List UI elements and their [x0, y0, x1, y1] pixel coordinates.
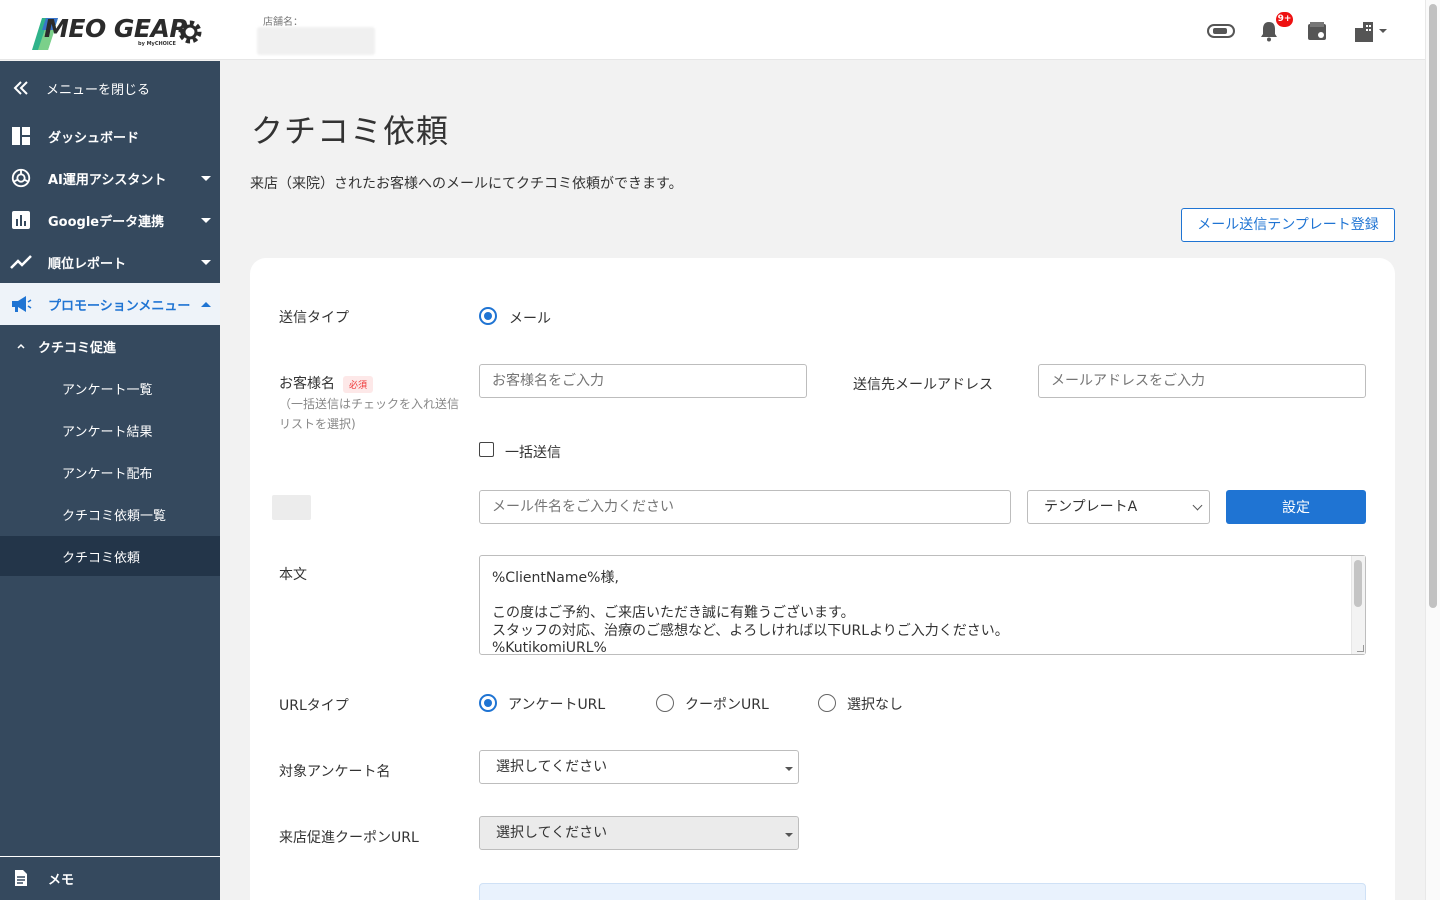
chart-icon	[10, 209, 32, 231]
page-description: 来店（来院）されたお客様へのメールにてクチコミ依頼ができます。	[250, 176, 683, 192]
store-name-label: 店舗名：	[263, 17, 303, 28]
survey-select[interactable]: 選択してください	[479, 750, 799, 784]
set-button[interactable]: 設定	[1226, 490, 1366, 524]
logo-text: MEO GEAR	[44, 14, 189, 43]
bulk-send-checkbox[interactable]	[479, 442, 494, 457]
store-icon[interactable]	[1305, 18, 1329, 44]
sidebar-sub-survey-results[interactable]: アンケート結果	[0, 410, 220, 450]
sidebar-close-label: メニューを閉じる	[46, 82, 151, 98]
subject-label	[272, 495, 311, 520]
gear-icon	[178, 20, 202, 44]
required-badge: 必須	[343, 375, 374, 393]
caret-up-icon	[201, 301, 211, 307]
url-type-survey-label[interactable]: アンケートURL	[508, 694, 605, 714]
dashboard-icon	[10, 125, 32, 147]
resize-handle-icon[interactable]	[1357, 645, 1364, 652]
building-icon[interactable]	[1352, 18, 1388, 44]
chevron-down-icon	[1379, 29, 1387, 33]
sidebar-sub-label: アンケート一覧	[62, 382, 153, 398]
sidebar-item-label: 順位レポート	[48, 256, 127, 272]
sidebar-sub-label: クチコミ依頼一覧	[62, 508, 167, 524]
page-title: クチコミ依頼	[251, 112, 450, 150]
template-register-button[interactable]: メール送信テンプレート登録	[1181, 208, 1395, 242]
sidebar-sub-survey-list[interactable]: アンケート一覧	[0, 368, 220, 408]
sidebar-sub-review-request[interactable]: クチコミ依頼	[0, 536, 220, 576]
url-type-coupon-label[interactable]: クーポンURL	[685, 694, 769, 714]
sidebar-close-menu[interactable]: メニューを閉じる	[0, 67, 220, 109]
top-header: MEO GEAR by MyCHOICE 店舗名： 9+	[0, 0, 1425, 60]
sidebar-sub-review-request-list[interactable]: クチコミ依頼一覧	[0, 494, 220, 534]
trend-icon	[10, 251, 32, 273]
send-type-email-radio[interactable]	[479, 307, 497, 325]
ai-icon	[10, 167, 32, 189]
sidebar-sub-label: アンケート配布	[62, 466, 153, 482]
customer-name-input[interactable]	[479, 364, 807, 398]
subject-input[interactable]	[479, 490, 1011, 524]
sidebar-item-label: ダッシュボード	[48, 130, 140, 146]
template-select[interactable]: テンプレートA	[1027, 490, 1210, 524]
coupon-url-label: 来店促進クーポンURL	[279, 830, 419, 846]
sidebar-item-label: メモ	[48, 872, 75, 888]
sidebar-item-memo[interactable]: メモ	[0, 857, 220, 899]
body-label: 本文	[279, 567, 307, 583]
sidebar-item-promotion[interactable]: プロモーションメニュー	[0, 283, 220, 325]
caret-down-icon	[201, 259, 211, 265]
caret-down-icon	[201, 217, 211, 223]
caret-down-icon	[201, 175, 211, 181]
sidebar-item-ranking-report[interactable]: 順位レポート	[0, 241, 220, 283]
body-textarea-scrollbar-thumb[interactable]	[1354, 560, 1362, 607]
send-type-label: 送信タイプ	[279, 310, 349, 326]
logo[interactable]: MEO GEAR by MyCHOICE	[28, 12, 208, 52]
sidebar: メニューを閉じる ダッシュボード AI運用アシスタント Googleデータ連携 …	[0, 61, 220, 900]
survey-name-label: 対象アンケート名	[279, 764, 391, 780]
send-type-email-label[interactable]: メール	[509, 308, 551, 328]
caret-down-icon	[785, 833, 793, 837]
sidebar-item-google-data[interactable]: Googleデータ連携	[0, 199, 220, 241]
url-type-label: URLタイプ	[279, 698, 349, 714]
url-type-survey-radio[interactable]	[479, 694, 497, 712]
store-name-value	[257, 27, 375, 55]
sidebar-item-label: Googleデータ連携	[48, 214, 165, 230]
page-scrollbar-thumb[interactable]	[1429, 4, 1437, 608]
sidebar-item-dashboard[interactable]: ダッシュボード	[0, 115, 220, 157]
url-type-none-radio[interactable]	[818, 694, 836, 712]
sidebar-item-label: プロモーションメニュー	[48, 298, 191, 314]
coupon-select[interactable]: 選択してください	[479, 816, 799, 850]
logo-sub: by MyCHOICE	[138, 41, 176, 47]
sidebar-item-label: AI運用アシスタント	[48, 172, 167, 188]
memo-icon	[10, 867, 32, 889]
customer-name-label-text: お客様名	[279, 376, 335, 392]
url-type-coupon-radio[interactable]	[656, 694, 674, 712]
sidebar-item-ai-assistant[interactable]: AI運用アシスタント	[0, 157, 220, 199]
survey-select-value: 選択してください	[496, 759, 608, 775]
customer-name-label: お客様名 必須	[279, 373, 374, 393]
coupon-select-value: 選択してください	[496, 825, 608, 841]
caret-down-icon	[785, 767, 793, 771]
megaphone-icon	[10, 293, 32, 315]
sidebar-sub-label: アンケート結果	[62, 424, 153, 440]
email-input[interactable]	[1038, 364, 1366, 398]
sidebar-group-label: クチコミ促進	[38, 340, 117, 356]
notification-badge: 9+	[1276, 12, 1293, 27]
body-textarea[interactable]: %ClientName%様, この度はご予約、ご来店いただき誠に有難うございます…	[479, 555, 1366, 655]
double-chevron-left-icon	[10, 77, 32, 99]
info-box	[479, 883, 1366, 900]
toggle-icon[interactable]	[1206, 18, 1236, 44]
bulk-send-label[interactable]: 一括送信	[505, 442, 561, 462]
email-label: 送信先メールアドレス	[853, 377, 993, 393]
template-select-value: テンプレートA	[1044, 499, 1138, 515]
sidebar-sub-survey-distribution[interactable]: アンケート配布	[0, 452, 220, 492]
url-type-none-label[interactable]: 選択なし	[847, 694, 903, 714]
sidebar-group-review-promotion[interactable]: クチコミ促進	[0, 325, 220, 367]
sidebar-sub-label: クチコミ依頼	[62, 550, 141, 566]
chevron-down-icon	[1192, 500, 1203, 511]
customer-name-hint: （一括送信はチェックを入れ送信リストを選択)	[279, 397, 460, 431]
chevron-up-icon	[10, 335, 32, 357]
